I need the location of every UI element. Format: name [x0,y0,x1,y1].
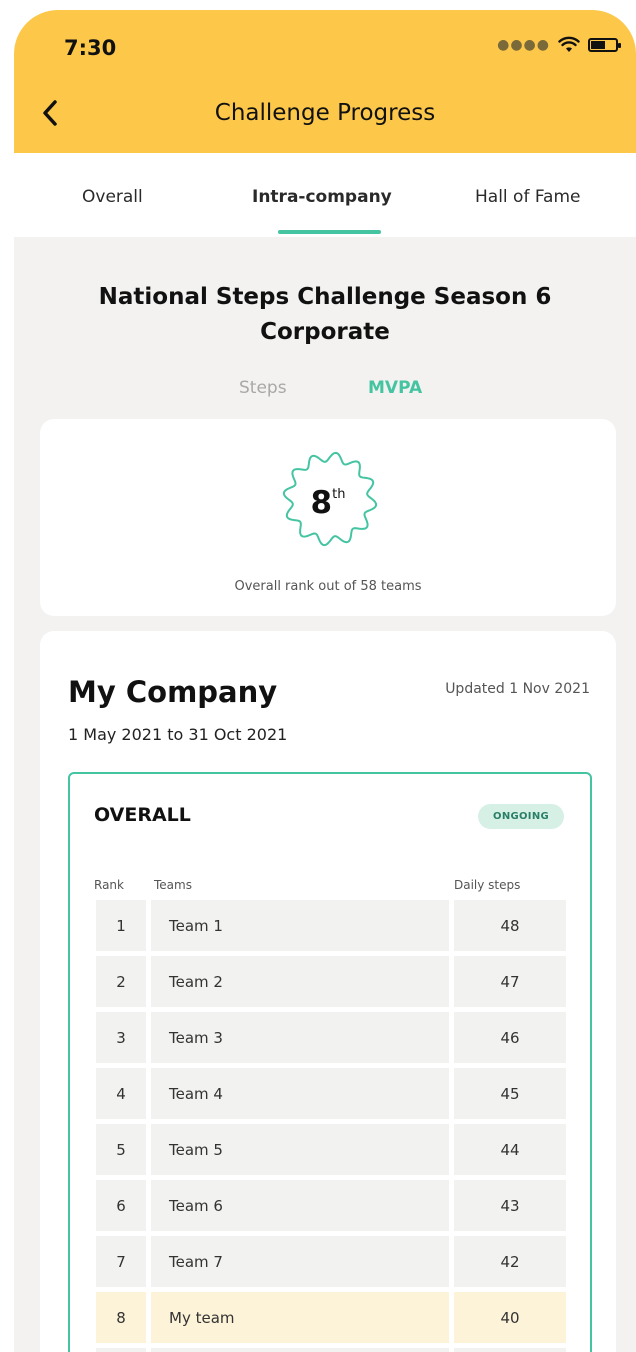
row-team: My team [151,1292,449,1343]
table-row: 4 Team 4 45 [96,1068,568,1124]
column-header-daily-steps: Daily steps [454,878,521,892]
rank-number: 8 [310,485,333,521]
row-team [151,1348,449,1352]
company-card: My Company Updated 1 Nov 2021 1 May 2021… [40,631,616,1352]
row-rank: 5 [96,1124,146,1175]
table-row: 1 Team 1 48 [96,900,568,956]
wifi-icon [558,36,580,52]
row-team: Team 4 [151,1068,449,1119]
row-rank: 6 [96,1180,146,1231]
table-row: 7 Team 7 42 [96,1236,568,1292]
challenge-title-line2: Corporate [260,319,390,345]
row-rank: 4 [96,1068,146,1119]
battery-icon [588,38,621,52]
row-steps: 42 [454,1236,566,1287]
challenge-title: National Steps Challenge Season 6 Corpor… [14,280,636,350]
tab-intra-company[interactable]: Intra-company [252,187,392,207]
row-team: Team 1 [151,900,449,951]
status-badge: ONGOING [478,804,564,829]
table-row: 2 Team 2 47 [96,956,568,1012]
leaderboard: OVERALL ONGOING Rank Teams Daily steps 1… [68,772,592,1352]
row-rank: 2 [96,956,146,1007]
tab-overall[interactable]: Overall [82,187,143,207]
metric-tab-steps[interactable]: Steps [239,378,287,398]
signal-icon: ●●●● [497,37,550,53]
rank-caption: Overall rank out of 58 teams [234,579,422,594]
rank-value: 8th [40,485,616,521]
row-rank [96,1348,146,1352]
tab-hall-of-fame[interactable]: Hall of Fame [475,187,581,207]
company-name: My Company [68,675,278,709]
row-steps: 47 [454,956,566,1007]
page-title: Challenge Progress [214,100,436,126]
rank-card: 8th Overall rank out of 58 teams [40,419,616,616]
status-icons: ●●●● [497,36,621,54]
tab-bar: Overall Intra-company Hall of Fame [14,153,636,237]
table-row: 5 Team 5 44 [96,1124,568,1180]
challenge-title-line1: National Steps Challenge Season 6 [98,284,552,310]
active-tab-indicator [278,230,381,234]
metric-tab-mvpa[interactable]: MVPA [368,378,422,398]
row-team: Team 2 [151,956,449,1007]
table-row: 3 Team 3 46 [96,1012,568,1068]
rank-suffix: th [332,487,346,502]
row-rank: 3 [96,1012,146,1063]
row-steps: 45 [454,1068,566,1119]
updated-date: Updated 1 Nov 2021 [445,681,590,697]
row-steps: 46 [454,1012,566,1063]
row-rank: 1 [96,900,146,951]
column-header-teams: Teams [154,878,192,892]
row-team: Team 6 [151,1180,449,1231]
status-time: 7:30 [64,36,117,60]
table-row-my-team: 8 My team 40 [96,1292,568,1348]
row-team: Team 5 [151,1124,449,1175]
column-header-rank: Rank [94,878,124,892]
row-team: Team 3 [151,1012,449,1063]
row-steps: 40 [454,1292,566,1343]
leaderboard-rows: 1 Team 1 48 2 Team 2 47 3 Team 3 46 4 Te… [96,900,568,1352]
leaderboard-title: OVERALL [94,804,191,826]
challenge-period: 1 May 2021 to 31 Oct 2021 [68,725,288,744]
row-steps: 44 [454,1124,566,1175]
row-steps: 48 [454,900,566,951]
row-team: Team 7 [151,1236,449,1287]
row-rank: 7 [96,1236,146,1287]
row-rank: 8 [96,1292,146,1343]
app-screen: 7:30 ●●●● Challenge Progress Overall Int… [14,10,636,1352]
row-steps [454,1348,566,1352]
row-steps: 43 [454,1180,566,1231]
app-header: 7:30 ●●●● Challenge Progress [14,10,636,153]
table-row: 6 Team 6 43 [96,1180,568,1236]
table-row [96,1348,568,1352]
